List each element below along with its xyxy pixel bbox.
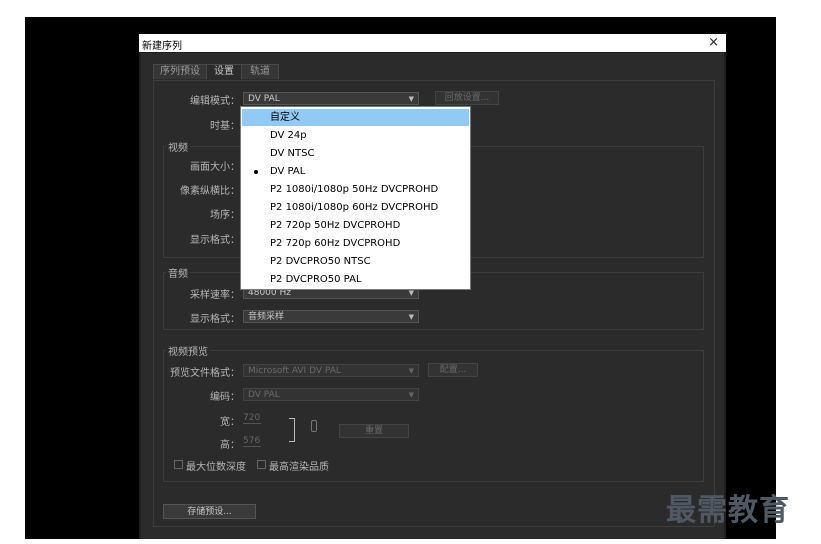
video-display-format-label: 显示格式：: [190, 235, 240, 246]
menu-item-custom[interactable]: 自定义: [242, 109, 469, 126]
reset-button[interactable]: 重置: [339, 424, 409, 438]
codec-value: DV PAL: [248, 390, 280, 400]
menu-item-p2-720p-50hz[interactable]: P2 720p 50Hz DVCPROHD: [242, 217, 469, 234]
codec-dropdown[interactable]: DV PAL ▼: [243, 388, 419, 401]
pixel-aspect-label: 像素纵横比：: [180, 186, 240, 197]
edit-mode-dropdown[interactable]: DV PAL ▼: [243, 92, 419, 105]
close-icon[interactable]: ×: [708, 34, 719, 52]
audio-group-title: 音频: [166, 265, 190, 280]
menu-item-p2-dvcpro50-ntsc[interactable]: P2 DVCPRO50 NTSC: [242, 253, 469, 270]
height-field[interactable]: 576: [243, 436, 261, 447]
audio-display-format-label: 显示格式：: [190, 314, 240, 325]
tab-settings[interactable]: 设置: [206, 64, 242, 79]
chain-link-icon[interactable]: [311, 420, 317, 432]
max-render-quality-label: 最高渲染品质: [269, 462, 329, 473]
window-title: 新建序列: [142, 41, 182, 52]
watermark-logo: 最需教育: [666, 493, 790, 528]
edit-mode-value: DV PAL: [248, 94, 280, 104]
menu-item-dv-pal[interactable]: DV PAL: [242, 163, 469, 180]
preview-file-format-dropdown[interactable]: Microsoft AVI DV PAL ▼: [243, 364, 419, 377]
tab-sequence-presets[interactable]: 序列预设: [153, 64, 207, 79]
max-render-quality-checkbox[interactable]: [257, 460, 266, 469]
video-preview-group-title: 视频预览: [166, 343, 210, 358]
chevron-down-icon: ▼: [408, 95, 414, 103]
menu-item-dv-24p[interactable]: DV 24p: [242, 127, 469, 144]
width-field[interactable]: 720: [243, 413, 261, 424]
audio-display-format-dropdown[interactable]: 音频采样 ▼: [243, 310, 419, 323]
menu-item-p2-dvcpro50-pal[interactable]: P2 DVCPRO50 PAL: [242, 271, 469, 288]
max-bit-depth-label: 最大位数深度: [186, 462, 246, 473]
frame-size-label: 画面大小：: [190, 162, 240, 173]
fields-label: 场序：: [210, 210, 240, 221]
menu-item-p2-720p-60hz[interactable]: P2 720p 60Hz DVCPROHD: [242, 235, 469, 252]
height-label: 高：: [220, 440, 240, 451]
timebase-label: 时基：: [210, 121, 240, 132]
menu-item-dv-ntsc[interactable]: DV NTSC: [242, 145, 469, 162]
checked-dot-icon: [254, 170, 258, 174]
title-bar: 新建序列 ×: [139, 34, 726, 52]
edit-mode-label: 编辑模式：: [190, 96, 240, 107]
edit-mode-menu: 自定义 DV 24p DV NTSC DV PAL P2 1080i/1080p…: [240, 106, 471, 290]
configure-button[interactable]: 配置...: [428, 363, 478, 377]
chevron-down-icon: ▼: [408, 391, 414, 399]
chevron-down-icon: ▼: [408, 367, 414, 375]
tab-tracks[interactable]: 轨道: [241, 64, 279, 79]
menu-item-p2-1080-50hz[interactable]: P2 1080i/1080p 50Hz DVCPROHD: [242, 181, 469, 198]
preview-file-format-value: Microsoft AVI DV PAL: [248, 366, 341, 376]
width-label: 宽：: [220, 417, 240, 428]
sample-rate-label: 采样速率：: [190, 290, 240, 301]
menu-item-p2-1080-60hz[interactable]: P2 1080i/1080p 60Hz DVCPROHD: [242, 199, 469, 216]
audio-display-format-value: 音频采样: [248, 312, 285, 322]
codec-label: 编码：: [210, 392, 240, 403]
preview-file-format-label: 预览文件格式：: [170, 368, 240, 379]
aspect-bracket: [289, 418, 295, 442]
chevron-down-icon: ▼: [408, 313, 414, 321]
max-bit-depth-checkbox[interactable]: [174, 460, 183, 469]
save-preset-button[interactable]: 存储预设...: [163, 504, 256, 519]
video-group-title: 视频: [166, 139, 190, 154]
playback-settings-button[interactable]: 回放设置...: [435, 91, 499, 105]
